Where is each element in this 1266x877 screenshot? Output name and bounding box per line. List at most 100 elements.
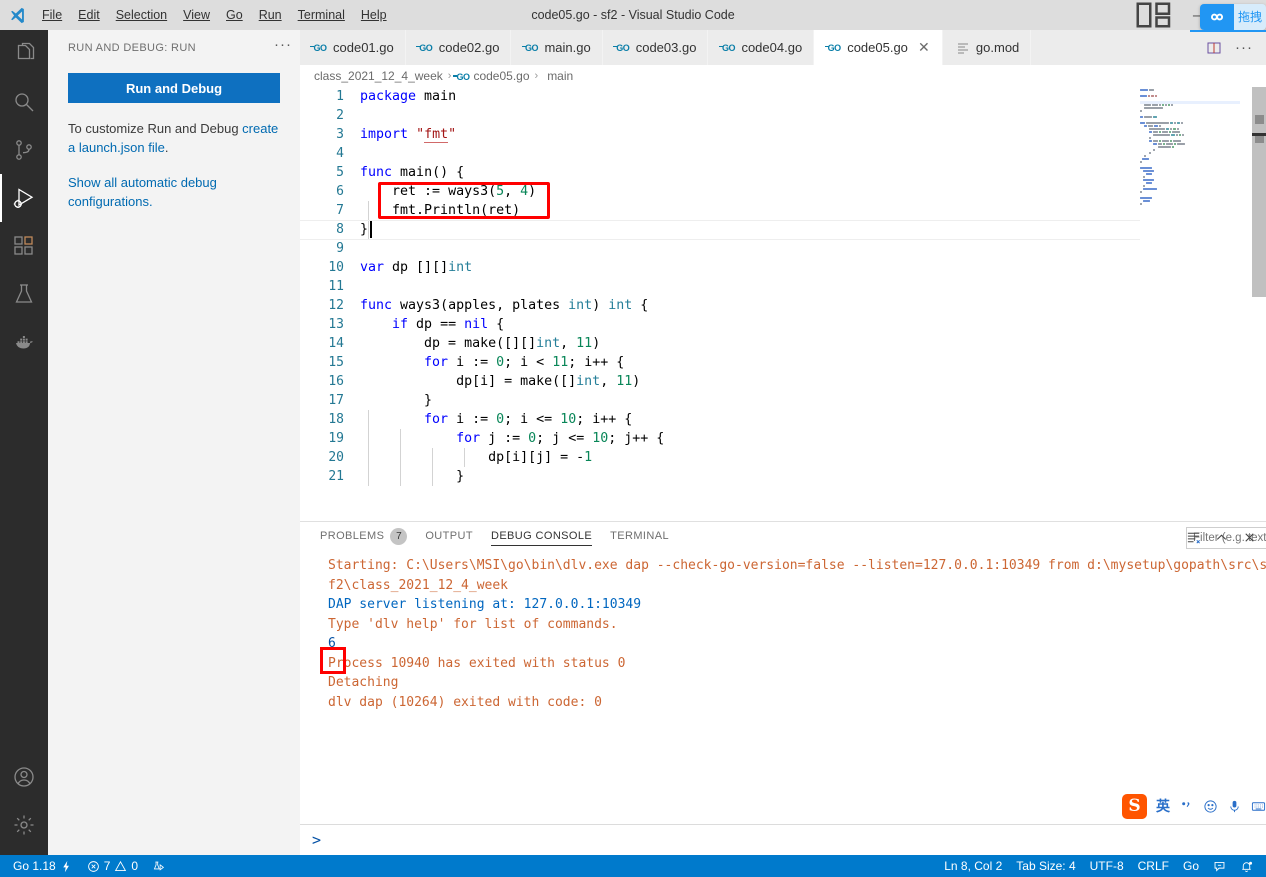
ime-mode-label[interactable]: 英: [1156, 796, 1170, 816]
status-encoding[interactable]: UTF-8: [1083, 855, 1131, 877]
status-go-version[interactable]: Go 1.18: [6, 855, 80, 877]
code-line[interactable]: 7 fmt.Println(ret): [300, 201, 1266, 220]
code-line[interactable]: 3 import "fmt": [300, 125, 1266, 144]
console-line: Starting: C:\Users\MSI\go\bin\dlv.exe da…: [328, 558, 1266, 573]
show-all-configs-link[interactable]: Show all automatic debug configurations.: [68, 175, 217, 209]
punctuation-icon[interactable]: [1179, 799, 1194, 814]
run-and-debug-button[interactable]: Run and Debug: [68, 73, 280, 103]
menu-edit[interactable]: Edit: [70, 0, 108, 30]
tab-code02-go[interactable]: GO code02.go: [405, 30, 512, 65]
activity-item-explorer[interactable]: [0, 30, 48, 78]
language-mode-label: Go: [1182, 859, 1199, 873]
code-line[interactable]: 18 for i := 0; i <= 10; i++ {: [300, 410, 1266, 429]
code-line[interactable]: 15 for i := 0; i < 11; i++ {: [300, 353, 1266, 372]
breadcrumb-item-folder[interactable]: class_2021_12_4_week: [314, 69, 443, 83]
menu-run[interactable]: Run: [251, 0, 290, 30]
tab-code01-go[interactable]: GO code01.go: [300, 30, 406, 65]
code-line[interactable]: 2: [300, 106, 1266, 125]
status-feedback[interactable]: [1206, 855, 1233, 877]
close-panel-button[interactable]: [1240, 526, 1258, 548]
debug-console-output[interactable]: Starting: C:\Users\MSI\go\bin\dlv.exe da…: [300, 553, 1266, 823]
panel-tab-terminal[interactable]: TERMINAL: [610, 530, 669, 545]
tab-main-go[interactable]: GO main.go: [511, 30, 603, 65]
ime-toolbar[interactable]: S 英: [1122, 792, 1266, 820]
menu-file[interactable]: File: [34, 0, 70, 30]
activity-item-run-and-debug[interactable]: [0, 174, 48, 222]
line-text: fmt.Println(ret): [360, 203, 521, 218]
account-icon: [14, 767, 34, 787]
sogou-logo-icon[interactable]: S: [1122, 793, 1147, 819]
code-line[interactable]: 8}: [300, 220, 1266, 239]
status-tab-size[interactable]: Tab Size: 4: [1009, 855, 1082, 877]
code-line[interactable]: 9: [300, 239, 1266, 258]
code-line[interactable]: 16 dp[i] = make([]int, 11): [300, 372, 1266, 391]
cloud-drag-icon: [1199, 4, 1234, 30]
status-eol[interactable]: CRLF: [1131, 855, 1176, 877]
tab-code05-go[interactable]: GO code05.go ✕: [814, 30, 943, 65]
keyboard-icon[interactable]: [1251, 799, 1266, 814]
code-line[interactable]: 19 for j := 0; j <= 10; j++ {: [300, 429, 1266, 448]
breadcrumb-item-file[interactable]: GO code05.go: [456, 69, 529, 83]
activity-item-search[interactable]: [0, 78, 48, 126]
status-notifications[interactable]: [1233, 855, 1260, 877]
code-line[interactable]: 14 dp = make([][]int, 11): [300, 334, 1266, 353]
sidebar-more-actions-button[interactable]: ···: [274, 36, 292, 59]
code-line[interactable]: 4: [300, 144, 1266, 163]
status-bar: Go 1.18 7 0 Ln 8, Col 2 Tab Size: 4 UTF-…: [0, 855, 1266, 877]
code-line[interactable]: 1 package main: [300, 87, 1266, 106]
split-editor-button[interactable]: [1200, 30, 1228, 65]
breadcrumb-item-symbol[interactable]: main: [543, 69, 573, 95]
zap-icon: [62, 860, 69, 872]
tab-go-mod[interactable]: go.mod: [942, 30, 1032, 65]
panel-tab-output[interactable]: OUTPUT: [425, 530, 473, 545]
code-line[interactable]: 5 func main() {: [300, 163, 1266, 182]
status-problems[interactable]: 7 0: [80, 855, 145, 877]
tab-close-icon[interactable]: ✕: [917, 39, 931, 56]
layout-panel-icon[interactable]: [1134, 0, 1174, 30]
activity-item-settings[interactable]: [0, 801, 48, 849]
microphone-icon[interactable]: [1227, 799, 1242, 814]
activity-item-extensions[interactable]: [0, 222, 48, 270]
sidebar-header: RUN AND DEBUG: RUN ···: [48, 30, 300, 65]
collapse-panel-button[interactable]: [1212, 526, 1230, 548]
menu-view-label: View: [183, 8, 211, 22]
code-line[interactable]: 10 var dp [][]int: [300, 258, 1266, 277]
emoji-icon[interactable]: [1203, 799, 1218, 814]
menu-selection[interactable]: Selection: [108, 0, 175, 30]
panel-tab-debug-console[interactable]: DEBUG CONSOLE: [490, 530, 593, 546]
status-go-test[interactable]: [145, 855, 172, 877]
panel-tab-problems[interactable]: PROBLEMS 7: [320, 527, 408, 548]
menu-help[interactable]: Help: [353, 0, 395, 30]
code-line[interactable]: 6 ret := ways3(5, 4): [300, 182, 1266, 201]
tab-code03-go[interactable]: GO code03.go: [602, 30, 709, 65]
code-line[interactable]: 21 }: [300, 467, 1266, 486]
go-file-icon: GO: [310, 42, 327, 53]
status-cursor-position[interactable]: Ln 8, Col 2: [937, 855, 1009, 877]
activity-item-accounts[interactable]: [0, 753, 48, 801]
line-number: 18: [328, 412, 344, 427]
tabs-accent-bar: [1190, 30, 1266, 32]
line-text: package main: [360, 89, 457, 104]
menu-go[interactable]: Go: [218, 0, 251, 30]
activity-item-source-control[interactable]: [0, 126, 48, 174]
docker-icon: [16, 336, 33, 349]
tab-code04-go[interactable]: GO code04.go: [708, 30, 815, 65]
code-line[interactable]: 17 }: [300, 391, 1266, 410]
activity-item-docker[interactable]: [0, 318, 48, 366]
menu-view[interactable]: View: [175, 0, 218, 30]
editor-scrollbar[interactable]: [1252, 87, 1266, 490]
activity-item-testing[interactable]: [0, 270, 48, 318]
code-line[interactable]: 13 if dp == nil {: [300, 315, 1266, 334]
cloud-drag-widget[interactable]: 拖拽: [1199, 4, 1266, 30]
editor-more-actions-button[interactable]: ···: [1230, 30, 1258, 65]
code-editor[interactable]: 1 package main 2 3 import "fmt" 4 5 func main()…: [300, 87, 1266, 490]
code-line[interactable]: 11: [300, 277, 1266, 296]
menu-terminal[interactable]: Terminal: [290, 0, 353, 30]
debug-console-input[interactable]: >: [300, 824, 1266, 855]
status-language-mode[interactable]: Go: [1176, 855, 1206, 877]
clear-console-button[interactable]: [1184, 526, 1202, 548]
console-line: Type 'dlv help' for list of commands.: [328, 616, 618, 632]
code-line[interactable]: 20 dp[i][j] = -1: [300, 448, 1266, 467]
code-line[interactable]: 12 func ways3(apples, plates int) int {: [300, 296, 1266, 315]
minimap[interactable]: [1140, 87, 1240, 490]
